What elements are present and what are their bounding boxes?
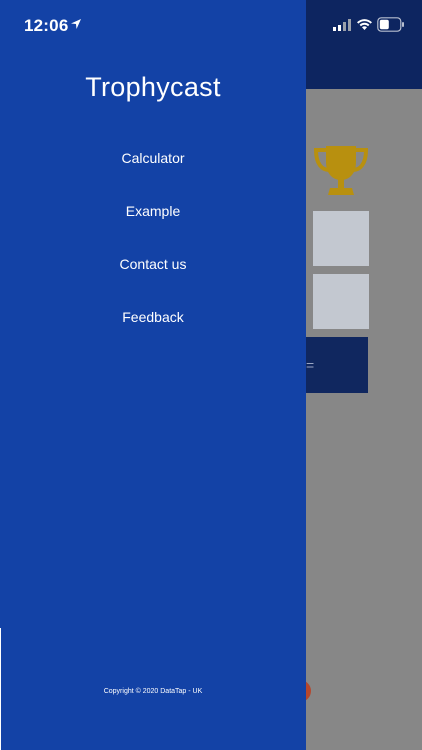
wifi-icon xyxy=(357,19,372,30)
menu-item-feedback[interactable]: Feedback xyxy=(0,309,306,325)
drawer-edge-line xyxy=(0,628,1,750)
menu-item-example[interactable]: Example xyxy=(0,203,306,219)
location-arrow-icon xyxy=(71,19,81,29)
calculator-input-1[interactable] xyxy=(313,211,369,266)
calculate-button[interactable]: = xyxy=(300,337,368,393)
trophy-icon xyxy=(313,146,369,195)
menu-item-calculator[interactable]: Calculator xyxy=(0,150,306,166)
copyright-text: Copyright © 2020 DataTap - UK xyxy=(103,688,203,695)
cellular-signal-icon xyxy=(333,19,351,31)
calculator-input-2[interactable] xyxy=(313,274,369,329)
status-time: 12:06 xyxy=(24,16,69,35)
status-bar: 12:06 xyxy=(0,0,422,50)
navigation-drawer: Trophycast Calculator Example Contact us… xyxy=(0,0,306,750)
menu-item-contact-us[interactable]: Contact us xyxy=(0,256,306,272)
drawer-title: Trophycast xyxy=(85,72,221,102)
battery-icon xyxy=(377,17,404,32)
